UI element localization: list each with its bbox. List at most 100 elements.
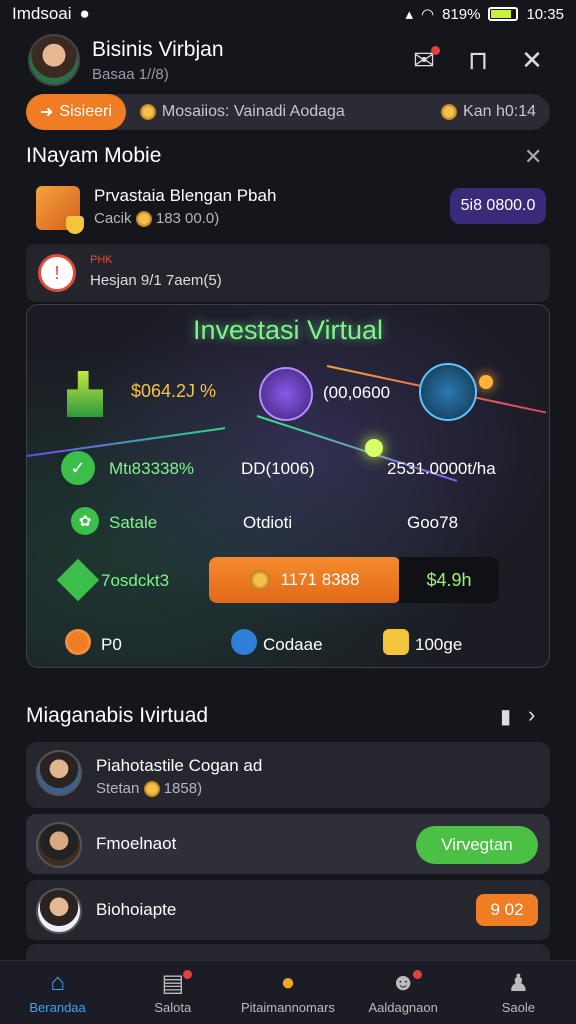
announcement-pill-label: Sisieeri — [59, 103, 112, 120]
investment-stat-4: Satale — [109, 513, 158, 532]
code-icon — [231, 629, 257, 655]
notification-dot — [413, 970, 423, 979]
nav-item-documents[interactable]: ▤ Salota — [118, 970, 228, 1015]
chat-icon: ● — [280, 969, 296, 996]
page-title: Bisinis Virbjan — [92, 37, 224, 61]
nav-item-home[interactable]: ⌂ Berandaa — [3, 969, 113, 1015]
page-subtitle: Basaa 1//8) — [92, 65, 169, 83]
section-title-list: Miaganabis Ivirtuad — [26, 704, 209, 727]
app-header: Bisinis Virbjan Basaa 1//8) ✉ ⊓ ✕ — [0, 30, 576, 90]
announcement-pill[interactable]: ➜ Sisieeri — [26, 94, 126, 130]
coin-icon — [441, 104, 458, 120]
nav-item-profile[interactable]: ♟ Saole — [463, 969, 573, 1016]
list-item-title: Fmoelnaot — [96, 834, 177, 853]
chevron-right-icon[interactable]: › — [528, 702, 535, 728]
shop-row-title: Prvastaia Blengan Pbah — [94, 186, 277, 205]
clock: 10:35 — [526, 5, 564, 23]
shop-row[interactable]: Prvastaia Blengan Pbah Cacik 183 00.0) 5… — [26, 176, 550, 236]
investment-card: Investasi Virtual $064.2J % (00,0600 ✓ M… — [26, 304, 550, 668]
list-item[interactable]: Biohoiapte 9 02 — [26, 880, 550, 940]
shop-icon — [36, 186, 84, 234]
shop-row-sub-value: 183 00.0) — [155, 210, 220, 227]
list-item[interactable]: Fmoelnaot Virvegtan — [26, 814, 550, 874]
announcement-bar[interactable]: ➜ Sisieeri Mosaiios: Vainadi Aodaga Kan … — [26, 94, 550, 130]
check-icon: ✓ — [61, 451, 95, 485]
glow-node — [365, 439, 383, 457]
list-item-title: Biohoiapte — [96, 900, 177, 919]
home-icon: ⌂ — [50, 969, 65, 996]
coin-icon — [143, 781, 160, 798]
investment-title: Investasi Virtual — [192, 315, 384, 345]
investment-stat-2: DD(1006) — [241, 459, 315, 478]
balance-badge[interactable]: 5i8 0800.0 — [450, 188, 546, 224]
message-icon[interactable]: ✉ — [408, 44, 440, 76]
alert-tag: PHK — [90, 254, 113, 266]
battery-percent: 819% — [442, 5, 481, 23]
investment-stat-1: Mtι83338% — [109, 459, 195, 478]
warning-icon: ! — [38, 254, 76, 292]
list-item[interactable]: Piahotastile Cogan ad Stetan 1858) — [26, 742, 550, 808]
investment-value-left: $064.2J % — [131, 381, 217, 401]
nav-label: Berandaa — [29, 1000, 86, 1015]
status-bar: Imdsoai ● ▴ ◠ 819% 10:35 — [0, 0, 576, 28]
chart-icon[interactable]: ▮ — [500, 704, 511, 729]
nav-item-users[interactable]: ☻ Aaldagnaon — [348, 969, 458, 1015]
avatar — [36, 822, 82, 868]
alert-text: Hesjan 9/1 7aem(5) — [90, 272, 222, 289]
avatar — [36, 750, 82, 796]
investment-footer-right: 100ge — [415, 635, 463, 654]
gift-icon — [383, 629, 409, 655]
rocket-icon — [259, 367, 313, 421]
wifi-icon: ◠ — [420, 6, 435, 23]
list-item-sub-value: 1858) — [163, 780, 203, 797]
battery-icon — [488, 7, 519, 21]
notification-dot — [431, 46, 440, 55]
arrow-right-icon: ➜ — [40, 104, 54, 121]
avatar[interactable] — [28, 34, 80, 86]
close-icon[interactable]: ✕ — [516, 44, 548, 76]
nav-label: Aaldagnaon — [368, 1000, 438, 1015]
list-item-action-button[interactable]: 9 02 — [476, 894, 538, 926]
investment-stat-3: 2531.0000t/ha — [387, 459, 496, 478]
leaf-icon: ✿ — [71, 507, 99, 535]
list-item-sub-label: Stetan — [96, 780, 140, 797]
list-item-action-button[interactable]: Virvegtan — [416, 826, 538, 864]
coin-icon — [135, 211, 152, 228]
profile-icon: ♟ — [507, 969, 530, 997]
carrier-label: Imdsoai — [12, 4, 72, 23]
investment-footer-mid: Codaae — [263, 635, 323, 654]
bag-icon[interactable]: ⊓ — [462, 44, 494, 76]
investment-footer-left: P0 — [101, 635, 122, 654]
growth-icon — [67, 371, 103, 417]
nav-label: Salota — [154, 1000, 192, 1015]
investment-stat-5: Otdioti — [243, 513, 293, 532]
globe-icon — [419, 363, 477, 421]
investment-value-mid: (00,0600 — [323, 383, 391, 402]
nav-label: Pitaimannomars — [241, 1000, 335, 1015]
glow-line — [27, 427, 226, 457]
avatar — [36, 888, 82, 934]
invest-button-right[interactable]: $4.9h — [399, 557, 499, 603]
invest-button-value: 1171 8388 — [280, 570, 360, 589]
announcement-right-text: Kan h0:14 — [463, 103, 536, 120]
coin-icon — [139, 104, 156, 120]
nav-label: Saole — [501, 1000, 535, 1015]
glow-node — [479, 375, 493, 389]
signal-icon: ▴ — [405, 6, 413, 23]
list-item-title: Piahotastile Cogan ad — [96, 756, 263, 775]
close-icon[interactable]: ✕ — [524, 144, 542, 170]
shop-row-sub-label: Cacik — [94, 210, 132, 227]
donut-icon — [65, 629, 91, 655]
notification-dot — [182, 970, 192, 979]
nav-item-chat[interactable]: ● Pitaimannomars — [233, 969, 343, 1015]
alert-row[interactable]: ! PHK Hesjan 9/1 7aem(5) — [26, 244, 550, 302]
invest-button[interactable]: 1171 8388 — [209, 557, 401, 603]
investment-stat-6: Goo78 — [407, 513, 459, 532]
announcement-text: Mosaiios: Vainadi Aodaga — [161, 103, 345, 120]
notification-icon: ● — [79, 4, 90, 23]
bottom-nav: ⌂ Berandaa ▤ Salota ● Pitaimannomars ☻ A… — [0, 960, 576, 1024]
section-title-notice: INayam Mobie — [26, 144, 162, 167]
diamond-icon — [56, 558, 100, 602]
investment-stat-7: 7osdckt3 — [101, 571, 170, 590]
coin-icon — [250, 570, 271, 590]
